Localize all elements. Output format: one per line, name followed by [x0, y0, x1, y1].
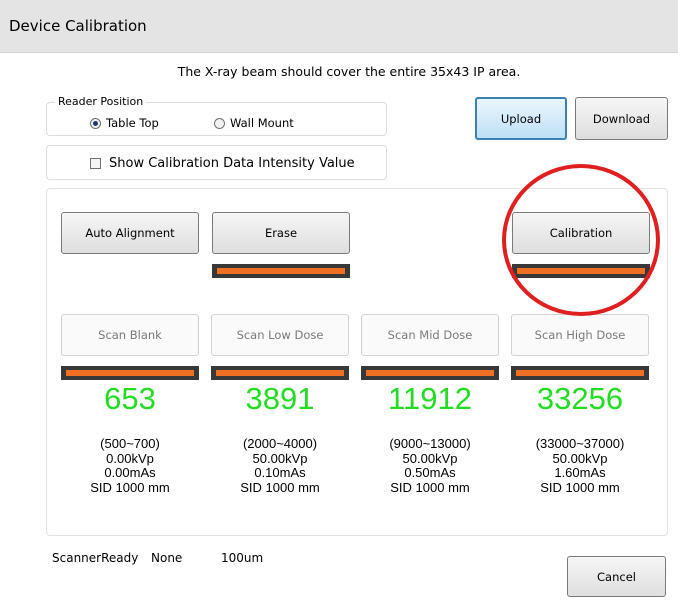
scan-mid-dose-kvp: 50.00kVp: [402, 450, 458, 466]
scan-blank-progress-fill: [66, 370, 194, 376]
scan-blank-sid: SID 1000 mm: [90, 479, 170, 495]
scan-mid-dose-progress-fill: [366, 370, 494, 376]
scan-high-dose-sid: SID 1000 mm: [540, 479, 620, 495]
scan-mid-dose-mas: 0.50mAs: [404, 465, 456, 480]
scan-low-dose-info: (2000~4000) 50.00kVp 0.10mAs SID 1000 mm: [210, 436, 350, 495]
instruction-text: The X-ray beam should cover the entire 3…: [177, 64, 521, 79]
resolution-label: 100um: [221, 551, 264, 565]
radio-wall-mount[interactable]: Wall Mount: [214, 116, 294, 130]
scan-high-dose-progress-fill: [516, 370, 644, 376]
device-calibration-dialog: Device Calibration The X-ray beam should…: [0, 0, 678, 606]
scan-high-dose-kvp: 50.00kVp: [552, 450, 608, 466]
scan-low-dose-range: (2000~4000): [242, 436, 318, 451]
scan-blank-button[interactable]: Scan Blank: [61, 314, 199, 356]
erase-button[interactable]: Erase: [212, 212, 350, 254]
scanner-status-detail: None: [151, 551, 183, 565]
radio-table-top[interactable]: Table Top: [90, 116, 159, 130]
cancel-button[interactable]: Cancel: [567, 556, 666, 597]
show-intensity-checkbox[interactable]: Show Calibration Data Intensity Value: [90, 156, 355, 171]
scan-high-dose-info: (33000~37000) 50.00kVp 1.60mAs SID 1000 …: [510, 436, 650, 495]
dialog-title: Device Calibration: [9, 17, 147, 35]
radio-table-top-label: Table Top: [106, 116, 159, 130]
scan-mid-dose-value: 11912: [388, 381, 472, 416]
radio-unselected-icon: [214, 117, 225, 129]
scan-blank-kvp: 0.00kVp: [106, 450, 154, 466]
scan-low-dose-progress-bar: [211, 366, 349, 380]
scan-low-dose-button[interactable]: Scan Low Dose: [211, 314, 349, 356]
download-button[interactable]: Download: [575, 97, 668, 140]
radio-selected-icon: [90, 117, 101, 129]
scan-low-dose-kvp: 50.00kVp: [252, 450, 308, 466]
scan-blank-mas: 0.00mAs: [104, 465, 156, 480]
reader-position-legend: Reader Position: [55, 95, 147, 108]
scan-mid-dose-info: (9000~13000) 50.00kVp 0.50mAs SID 1000 m…: [360, 436, 500, 495]
checkbox-icon: [90, 158, 101, 169]
scan-high-dose-value: 33256: [536, 381, 624, 416]
scan-mid-dose-sid: SID 1000 mm: [390, 479, 470, 495]
scan-high-dose-progress-bar: [511, 366, 649, 380]
erase-progress-fill: [217, 268, 345, 274]
erase-progress-bar: [212, 264, 350, 278]
scanner-status: ScannerReady: [52, 551, 139, 565]
scan-blank-progress-bar: [61, 366, 199, 380]
scan-high-dose-mas: 1.60mAs: [554, 465, 606, 480]
scan-low-dose-value: 3891: [245, 381, 315, 416]
scan-blank-range: (500~700): [100, 436, 160, 451]
scan-mid-dose-progress-bar: [361, 366, 499, 380]
scan-high-dose-range: (33000~37000): [535, 436, 625, 451]
scan-blank-value: 653: [104, 381, 156, 416]
upload-button[interactable]: Upload: [475, 97, 567, 140]
scan-low-dose-progress-fill: [216, 370, 344, 376]
title-bar: Device Calibration: [0, 0, 678, 53]
scan-low-dose-sid: SID 1000 mm: [240, 479, 320, 495]
scan-blank-info: (500~700) 0.00kVp 0.00mAs SID 1000 mm: [60, 436, 200, 495]
calibration-button[interactable]: Calibration: [512, 212, 650, 254]
scan-high-dose-button[interactable]: Scan High Dose: [511, 314, 649, 356]
scan-mid-dose-button[interactable]: Scan Mid Dose: [361, 314, 499, 356]
scan-low-dose-mas: 0.10mAs: [254, 465, 306, 480]
calibration-progress-fill: [517, 268, 645, 274]
auto-alignment-button[interactable]: Auto Alignment: [61, 212, 199, 254]
calibration-progress-bar: [512, 264, 650, 278]
radio-wall-mount-label: Wall Mount: [230, 116, 294, 130]
show-intensity-label: Show Calibration Data Intensity Value: [109, 156, 355, 171]
scan-mid-dose-range: (9000~13000): [389, 436, 471, 451]
